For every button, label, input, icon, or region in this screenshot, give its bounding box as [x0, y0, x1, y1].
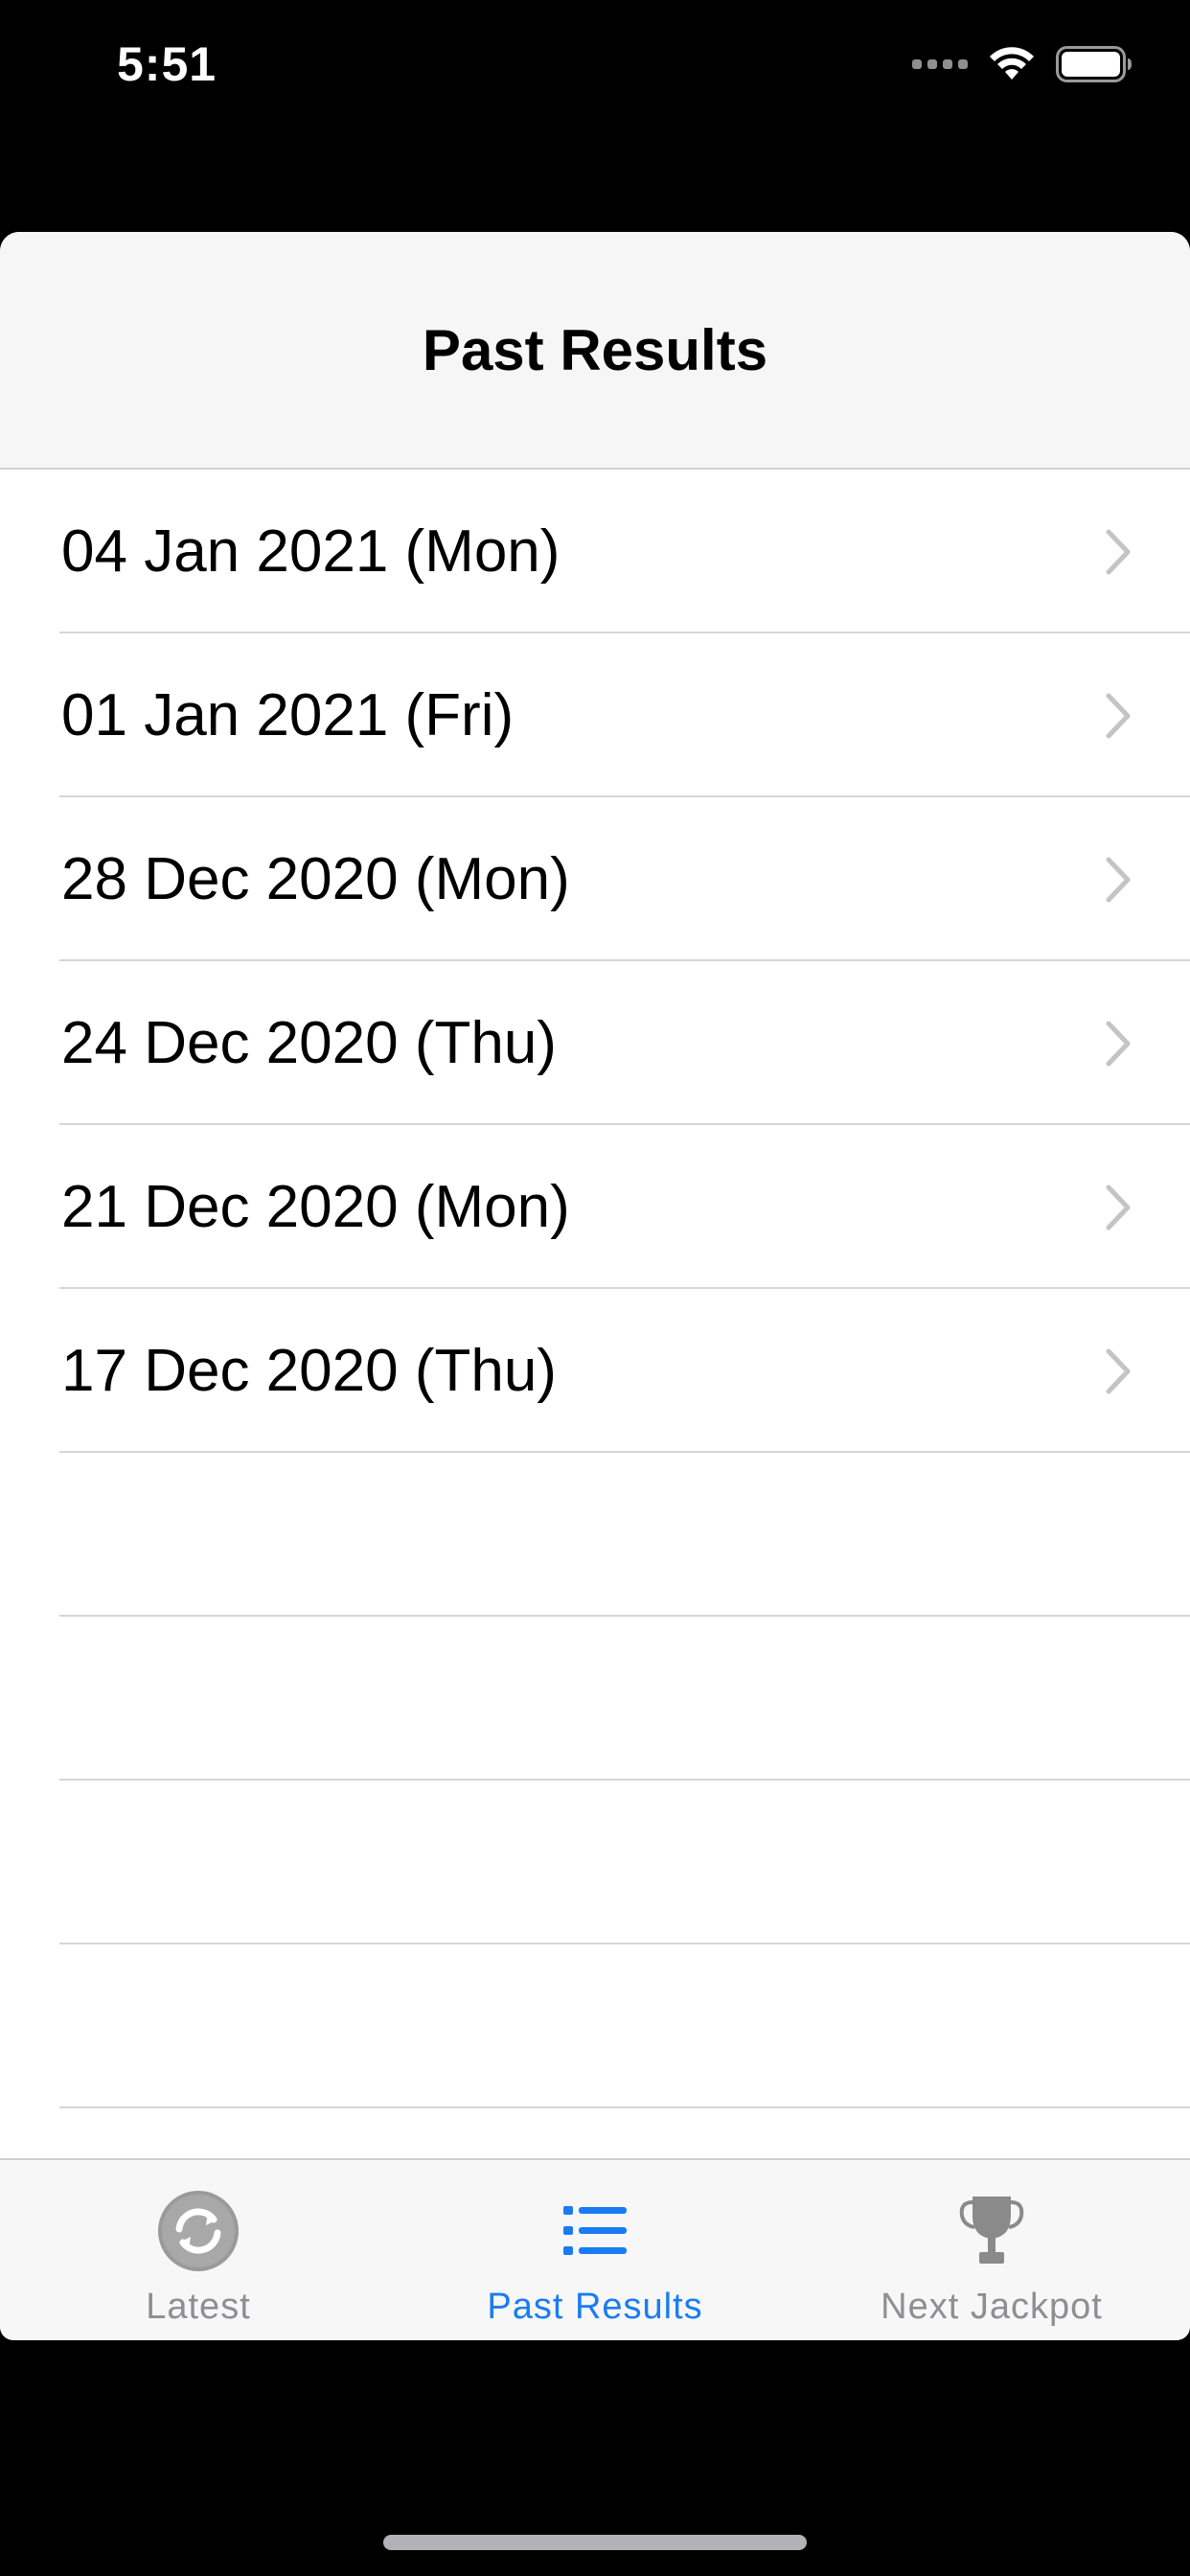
result-date: 28 Dec 2020 (Mon) [61, 846, 570, 912]
chevron-right-icon [1106, 1184, 1131, 1230]
tab-label: Past Results [487, 2287, 703, 2327]
page-title: Past Results [422, 317, 768, 382]
result-row[interactable]: 21 Dec 2020 (Mon) [0, 1125, 1190, 1289]
result-date: 24 Dec 2020 (Thu) [61, 1010, 557, 1076]
empty-row [0, 1781, 1190, 1944]
tab-label: Latest [146, 2287, 251, 2327]
tab-latest[interactable]: Latest [0, 2160, 397, 2340]
chevron-right-icon [1106, 857, 1131, 902]
screen: 5:51 Past Results 04 Jan 2021 (Mon) 01 J… [0, 0, 1190, 2576]
result-row[interactable]: 28 Dec 2020 (Mon) [0, 797, 1190, 961]
tab-past-results[interactable]: Past Results [397, 2160, 793, 2340]
navigation-bar: Past Results [0, 232, 1190, 470]
refresh-icon [154, 2187, 242, 2275]
chevron-right-icon [1106, 1348, 1131, 1393]
tab-bar: Latest Past Results Next Jackpot [0, 2158, 1190, 2340]
empty-row [0, 1453, 1190, 1617]
cellular-signal-icon [912, 59, 968, 69]
chevron-right-icon [1106, 529, 1131, 574]
tab-next-jackpot[interactable]: Next Jackpot [793, 2160, 1190, 2340]
result-date: 21 Dec 2020 (Mon) [61, 1174, 570, 1240]
status-icons [912, 46, 1133, 82]
wifi-icon [990, 47, 1034, 80]
status-time: 5:51 [117, 37, 217, 91]
empty-row [0, 1944, 1190, 2108]
content-card: Past Results 04 Jan 2021 (Mon) 01 Jan 20… [0, 232, 1190, 2340]
result-date: 04 Jan 2021 (Mon) [61, 518, 561, 585]
result-row[interactable]: 01 Jan 2021 (Fri) [0, 633, 1190, 797]
result-row[interactable]: 17 Dec 2020 (Thu) [0, 1289, 1190, 1453]
results-list: 04 Jan 2021 (Mon) 01 Jan 2021 (Fri) 28 D… [0, 470, 1190, 2272]
tab-label: Next Jackpot [881, 2287, 1103, 2327]
chevron-right-icon [1106, 693, 1131, 738]
chevron-right-icon [1106, 1021, 1131, 1066]
list-icon [551, 2187, 639, 2275]
battery-icon [1056, 46, 1132, 82]
empty-row [0, 1617, 1190, 1781]
trophy-icon [948, 2187, 1036, 2275]
result-date: 01 Jan 2021 (Fri) [61, 682, 515, 748]
result-row[interactable]: 04 Jan 2021 (Mon) [0, 470, 1190, 633]
home-indicator[interactable] [383, 2535, 807, 2550]
result-date: 17 Dec 2020 (Thu) [61, 1338, 557, 1404]
result-row[interactable]: 24 Dec 2020 (Thu) [0, 961, 1190, 1125]
status-bar: 5:51 [0, 0, 1190, 134]
